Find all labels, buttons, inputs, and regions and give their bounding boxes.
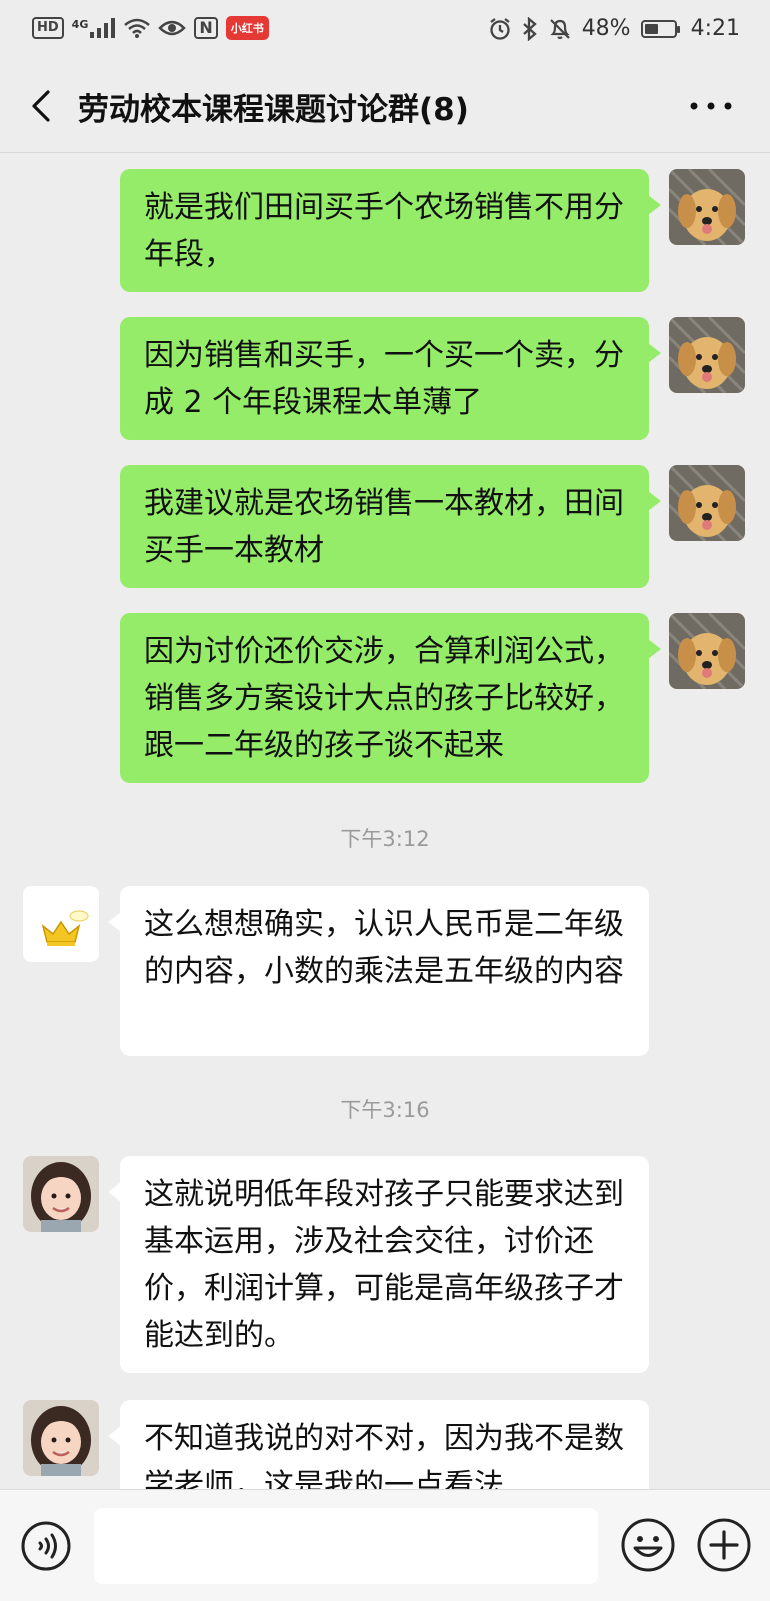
chat-title: 劳动校本课程课题讨论群(8) [78, 92, 469, 128]
message-text: 因为销售和买手，一个买一个卖，分成 2 个年段课程太单薄了 [144, 338, 624, 420]
voice-input-icon[interactable] [20, 1520, 72, 1572]
battery-percent: 48% [581, 16, 631, 41]
bluetooth-icon [522, 16, 537, 41]
eye-icon [158, 20, 187, 36]
wifi-icon [124, 18, 151, 38]
puppy-avatar[interactable] [669, 613, 745, 689]
xiaohongshu-notification-icon: 小红书 [225, 16, 269, 40]
battery-level-fill [644, 23, 659, 34]
plus-icon[interactable] [696, 1517, 752, 1573]
back-arrow-icon[interactable] [24, 88, 60, 124]
network-type: 4G [71, 18, 89, 31]
timestamp: 下午3:16 [340, 1098, 430, 1122]
clock: 4:21 [690, 16, 740, 41]
timestamp: 下午3:12 [340, 827, 430, 851]
emoji-icon[interactable] [620, 1517, 676, 1573]
more-options-icon[interactable] [686, 88, 736, 124]
battery-icon [640, 19, 680, 38]
message-list[interactable]: 就是我们田间买手个农场销售不用分年段， 因为销售和买手，一个买一个卖，分成 2 … [0, 153, 770, 1489]
message-text: 就是我们田间买手个农场销售不用分年段， [144, 190, 624, 272]
mute-bell-icon [549, 18, 570, 39]
nfc-icon: N [194, 17, 218, 39]
hd-indicator: HD [32, 17, 64, 39]
girl-avatar[interactable] [23, 1400, 99, 1476]
input-bar [0, 1489, 770, 1601]
sent-message[interactable]: 因为销售和买手，一个买一个卖，分成 2 个年段课程太单薄了 [120, 317, 661, 440]
girl-avatar[interactable] [23, 1156, 99, 1232]
signal-icon: 4G [72, 18, 117, 38]
sent-message[interactable]: 就是我们田间买手个农场销售不用分年段， [120, 169, 661, 292]
sent-message[interactable]: 我建议就是农场销售一本教材，田间买手一本教材 [120, 465, 661, 588]
crown-avatar[interactable] [23, 886, 99, 962]
message-text: 因为讨价还价交涉，合算利润公式，销售多方案设计大点的孩子比较好，跟一二年级的孩子… [144, 634, 624, 763]
message-input[interactable] [94, 1508, 598, 1584]
chat-header: 劳动校本课程课题讨论群(8) [0, 60, 770, 153]
puppy-avatar[interactable] [669, 317, 745, 393]
received-message[interactable]: 这就说明低年段对孩子只能要求达到基本运用，涉及社会交往，讨价还价，利润计算，可能… [108, 1156, 649, 1373]
message-text: 不知道我说的对不对，因为我不是数学老师，这是我的一点看法 [144, 1421, 624, 1489]
received-message[interactable]: 不知道我说的对不对，因为我不是数学老师，这是我的一点看法 [108, 1400, 649, 1489]
message-text: 这么想想确实，认识人民币是二年级的内容，小数的乘法是五年级的内容 [144, 907, 624, 989]
message-text: 这就说明低年段对孩子只能要求达到基本运用，涉及社会交往，讨价还价，利润计算，可能… [144, 1177, 624, 1353]
received-message[interactable]: 这么想想确实，认识人民币是二年级的内容，小数的乘法是五年级的内容 [108, 886, 649, 1056]
puppy-avatar[interactable] [669, 169, 745, 245]
message-text: 我建议就是农场销售一本教材，田间买手一本教材 [144, 486, 624, 568]
alarm-icon [489, 17, 510, 40]
status-bar: HD 4G N 小红书 48% 4:21 [0, 0, 770, 60]
puppy-avatar[interactable] [669, 465, 745, 541]
sent-message[interactable]: 因为讨价还价交涉，合算利润公式，销售多方案设计大点的孩子比较好，跟一二年级的孩子… [120, 613, 661, 783]
